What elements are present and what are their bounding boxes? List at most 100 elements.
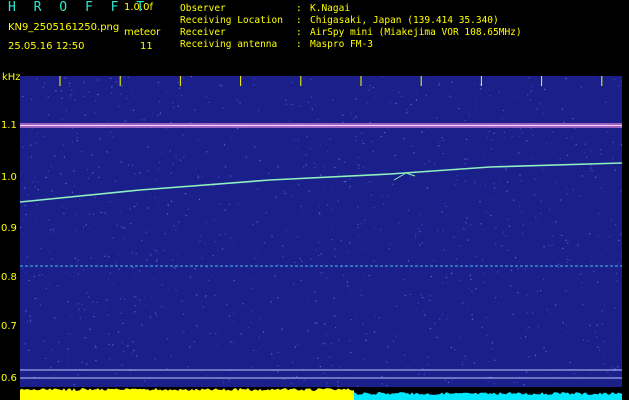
noise-pixel [230,341,232,343]
noise-pixel [91,271,93,274]
noise-pixel [104,309,106,311]
noise-pixel [21,367,23,369]
noise-pixel [349,340,351,342]
noise-pixel [50,229,52,231]
noise-pixel [106,299,108,301]
noise-pixel [57,285,59,287]
noise-pixel [71,141,73,143]
meta-value: AirSpy mini (Miakejima VOR 108.65MHz) [310,27,522,38]
noise-pixel [507,218,509,220]
noise-pixel [360,223,362,225]
noise-pixel [434,322,436,324]
noise-pixel [47,180,49,182]
noise-pixel [223,144,226,146]
meta-value: Chigasaki, Japan (139.414 35.340) [310,15,499,26]
noise-pixel [483,310,485,312]
noise-pixel [566,154,569,156]
noise-pixel [114,180,116,182]
noise-pixel [520,128,522,130]
noise-pixel [242,111,244,113]
noise-pixel [552,131,554,133]
app-version: 1.0.0f [124,2,153,13]
noise-pixel [314,95,316,98]
noise-pixel [508,93,510,95]
noise-pixel [345,252,347,254]
noise-pixel [226,303,228,306]
noise-pixel [57,85,60,87]
noise-pixel [33,275,35,278]
station-info: Observer: K.Nagai Receiving Location: Chig… [180,3,522,51]
noise-pixel [43,135,45,137]
noise-pixel [566,187,568,189]
noise-pixel [427,172,429,174]
noise-pixel [380,135,382,137]
noise-pixel [89,214,91,216]
noise-pixel [38,274,40,276]
noise-pixel [562,322,564,324]
noise-pixel [194,268,196,270]
noise-pixel [501,359,503,361]
noise-pixel [325,333,327,335]
noise-pixel [253,349,255,351]
noise-pixel [536,222,538,224]
noise-pixel [550,312,552,314]
noise-pixel [581,175,583,177]
noise-pixel [211,117,213,119]
noise-pixel [213,185,215,187]
noise-pixel [529,222,531,224]
noise-pixel [596,324,598,326]
noise-pixel [184,371,186,373]
noise-pixel [350,291,352,293]
noise-pixel [78,308,80,310]
noise-pixel [562,247,564,249]
noise-pixel [24,261,26,263]
noise-pixel [597,346,599,348]
noise-pixel [293,210,296,212]
noise-pixel [234,201,236,203]
noise-pixel [534,357,536,360]
noise-pixel [618,239,620,241]
noise-pixel [88,296,90,298]
noise-pixel [96,301,98,303]
noise-pixel [22,232,25,234]
noise-pixel [460,279,462,281]
noise-pixel [488,130,490,132]
noise-pixel [526,294,528,296]
noise-pixel [237,249,239,251]
noise-pixel [219,234,221,236]
noise-pixel [94,223,96,225]
noise-pixel [75,214,77,216]
noise-pixel [534,354,537,356]
noise-pixel [339,366,341,368]
waterfall-canvas [20,76,622,400]
noise-pixel [434,364,436,366]
noise-pixel [73,170,75,172]
noise-pixel [427,263,429,265]
noise-pixel [280,97,282,99]
noise-pixel [400,95,403,97]
noise-pixel [54,375,56,377]
noise-pixel [589,233,591,235]
noise-pixel [526,140,528,142]
noise-pixel [323,166,325,168]
noise-pixel [467,239,469,241]
noise-pixel [540,212,542,214]
noise-pixel [155,178,157,181]
noise-pixel [208,101,210,103]
noise-pixel [589,355,592,358]
noise-pixel [436,371,438,373]
noise-pixel [296,375,298,377]
noise-pixel [533,193,535,195]
noise-pixel [427,128,429,130]
noise-pixel [217,300,219,302]
noise-pixel [196,294,198,296]
noise-pixel [527,94,529,96]
noise-pixel [209,332,211,335]
noise-pixel [481,326,483,328]
noise-pixel [81,250,83,252]
noise-pixel [170,200,173,202]
noise-pixel [221,358,223,360]
noise-pixel [107,278,109,280]
noise-pixel [54,317,56,319]
noise-pixel [439,207,441,209]
